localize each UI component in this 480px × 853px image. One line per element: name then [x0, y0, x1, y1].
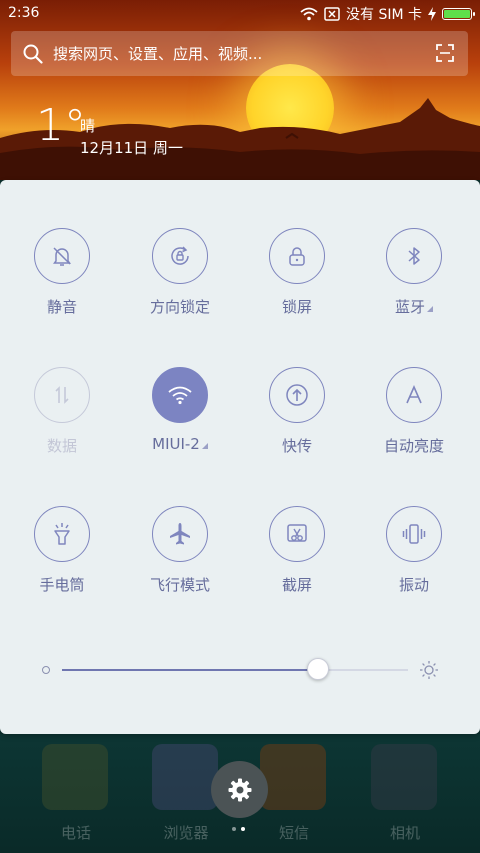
toggle-auto-brightness[interactable]: 自动亮度	[355, 367, 475, 477]
toggle-label: 振动	[398, 576, 429, 594]
toggle-fast-transfer[interactable]: 快传	[238, 367, 358, 477]
battery-icon	[442, 8, 475, 20]
toggle-label: 静音	[46, 298, 77, 316]
toggle-bluetooth[interactable]: 蓝牙	[355, 228, 475, 338]
messages-app-icon	[260, 744, 326, 810]
toggle-rotation-lock[interactable]: 方向锁定	[121, 228, 241, 338]
dock-camera[interactable]: 相机	[365, 738, 445, 848]
lock-icon	[289, 247, 305, 266]
page-indicator	[232, 827, 245, 831]
search-icon	[23, 44, 43, 64]
toggle-circle[interactable]	[386, 228, 442, 284]
menu-indicator-icon	[201, 443, 208, 449]
browser-app-icon	[152, 744, 218, 810]
search-placeholder: 搜索网页、设置、应用、视频...	[53, 45, 263, 63]
brightness-low-icon	[42, 666, 50, 674]
gear-icon	[228, 778, 251, 801]
toggle-label: 自动亮度	[383, 437, 444, 455]
toggle-circle[interactable]	[152, 367, 208, 423]
dock-label: 电话	[60, 824, 91, 842]
toggle-flashlight[interactable]: 手电筒	[3, 506, 123, 616]
toggle-label: 手电筒	[39, 576, 85, 594]
settings-button[interactable]	[211, 761, 268, 818]
status-bar: 2:36 没有 SIM 卡	[0, 0, 480, 28]
status-time: 2:36	[8, 5, 40, 21]
toggle-screenshot[interactable]: 截屏	[238, 506, 358, 616]
mobile-data-icon	[55, 386, 69, 404]
toggle-circle[interactable]	[34, 228, 90, 284]
bell-off-icon	[53, 247, 71, 266]
toggle-wifi[interactable]: MIUI-2	[121, 367, 241, 477]
weather-date: 12月11日 周一	[80, 139, 183, 157]
toggle-lock-screen[interactable]: 锁屏	[238, 228, 358, 338]
toggle-label: 飞行模式	[149, 576, 210, 594]
page-dot	[232, 827, 236, 831]
toggle-label: 截屏	[281, 576, 312, 594]
toggle-circle[interactable]	[386, 367, 442, 423]
brightness-slider-thumb[interactable]	[307, 658, 329, 680]
toggle-circle[interactable]	[34, 367, 90, 423]
phone-app-icon	[42, 744, 108, 810]
page-dot-active	[241, 827, 245, 831]
toggle-circle[interactable]	[269, 228, 325, 284]
camera-app-icon	[371, 744, 437, 810]
carrier-text: 没有 SIM 卡	[346, 7, 422, 23]
toggle-circle[interactable]	[152, 506, 208, 562]
toggle-label: MIUI-2	[121, 435, 239, 453]
status-icons: 没有 SIM 卡	[300, 4, 475, 24]
brightness-high-icon	[420, 661, 438, 679]
bluetooth-icon	[408, 247, 420, 265]
wifi-signal-icon	[300, 7, 318, 21]
dock-label: 短信	[278, 824, 309, 842]
toggle-label: 快传	[281, 437, 312, 455]
toggle-mobile-data[interactable]: 数据	[3, 367, 123, 477]
toggle-mute[interactable]: 静音	[3, 228, 123, 338]
search-bar[interactable]: 搜索网页、设置、应用、视频...	[11, 31, 468, 76]
toggle-label-text: MIUI-2	[152, 435, 200, 453]
toggle-circle[interactable]	[152, 228, 208, 284]
scan-icon[interactable]	[436, 44, 454, 62]
flashlight-icon	[54, 523, 70, 545]
auto-brightness-icon	[406, 385, 422, 404]
toggle-circle[interactable]	[269, 367, 325, 423]
charging-icon	[428, 7, 436, 21]
toggle-label: 数据	[46, 437, 77, 455]
no-sim-icon	[324, 7, 340, 21]
brightness-slider-fill	[62, 669, 318, 671]
toggle-circle[interactable]	[269, 506, 325, 562]
screenshot-icon	[287, 524, 307, 542]
weather-temperature[interactable]: 1°	[36, 104, 86, 148]
toggle-label-text: 蓝牙	[394, 298, 425, 316]
dock-label: 相机	[389, 824, 420, 842]
airplane-icon	[170, 523, 190, 545]
wifi-icon	[168, 386, 192, 405]
toggle-airplane-mode[interactable]: 飞行模式	[121, 506, 241, 616]
toggle-label: 方向锁定	[149, 298, 210, 316]
rotation-lock-icon	[171, 246, 189, 265]
brightness-slider[interactable]	[62, 669, 408, 671]
dock-label: 浏览器	[163, 824, 209, 842]
fast-transfer-icon	[286, 384, 308, 406]
vibrate-icon	[402, 524, 426, 544]
toggle-vibrate[interactable]: 振动	[355, 506, 475, 616]
toggle-label: 锁屏	[281, 298, 312, 316]
menu-indicator-icon	[427, 306, 433, 312]
toggle-circle[interactable]	[386, 506, 442, 562]
toggle-circle[interactable]	[34, 506, 90, 562]
weather-condition: 晴	[80, 117, 96, 135]
dock-phone[interactable]: 电话	[36, 738, 116, 848]
toggle-label: 蓝牙	[355, 296, 473, 317]
